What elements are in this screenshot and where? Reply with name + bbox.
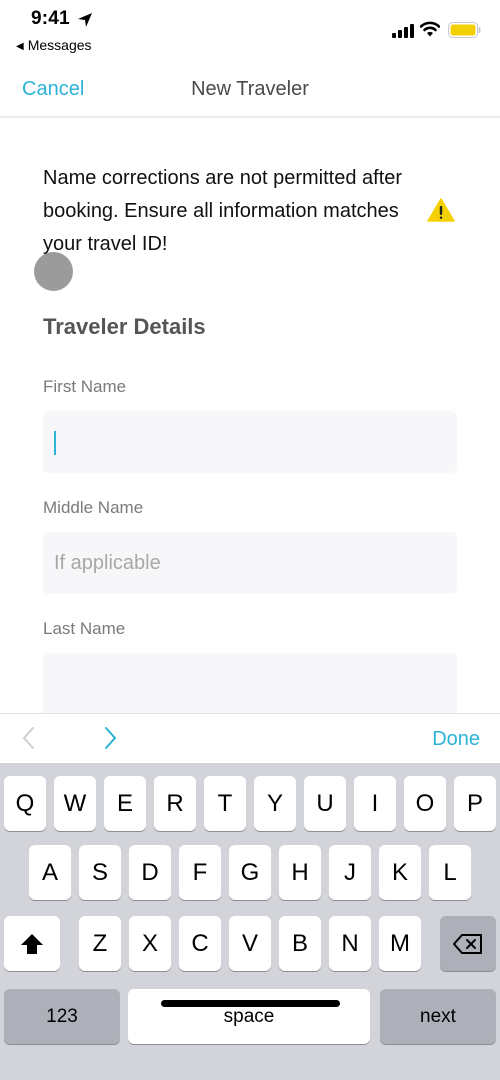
status-bar: 9:41 ◀ Messages <box>0 0 500 60</box>
key-a[interactable]: A <box>29 845 71 900</box>
nav-bar: New Traveler Cancel <box>0 60 500 118</box>
key-u[interactable]: U <box>304 776 346 831</box>
cancel-button[interactable]: Cancel <box>22 78 84 101</box>
status-time: 9:41 <box>31 8 70 29</box>
touch-indicator <box>34 252 73 291</box>
done-button[interactable]: Done <box>432 728 480 751</box>
key-e[interactable]: E <box>104 776 146 831</box>
cellular-signal-icon <box>392 24 414 38</box>
key-k[interactable]: K <box>379 845 421 900</box>
text-cursor <box>54 431 56 455</box>
backspace-icon <box>453 933 482 954</box>
key-p[interactable]: P <box>454 776 496 831</box>
numbers-key[interactable]: 123 <box>4 989 120 1044</box>
key-d[interactable]: D <box>129 845 171 900</box>
key-s[interactable]: S <box>79 845 121 900</box>
chevron-left-icon[interactable] <box>18 724 40 752</box>
first-name-label: First Name <box>43 377 127 396</box>
key-m[interactable]: M <box>379 916 421 971</box>
home-indicator[interactable] <box>161 1000 340 1007</box>
battery-icon <box>448 22 481 38</box>
key-o[interactable]: O <box>404 776 446 831</box>
key-j[interactable]: J <box>329 845 371 900</box>
next-key[interactable]: next <box>380 989 496 1044</box>
back-app-label: Messages <box>27 37 92 53</box>
space-key[interactable]: space <box>128 989 370 1044</box>
key-y[interactable]: Y <box>254 776 296 831</box>
keyboard-accessory-bar: Done <box>0 713 500 763</box>
key-h[interactable]: H <box>279 845 321 900</box>
key-t[interactable]: T <box>204 776 246 831</box>
key-b[interactable]: B <box>279 916 321 971</box>
back-triangle-icon: ◀ <box>16 41 24 52</box>
form-content[interactable]: Name corrections are not permitted after… <box>0 120 500 713</box>
back-to-app-link[interactable]: ◀ Messages <box>16 37 92 53</box>
middle-name-label: Middle Name <box>43 498 144 517</box>
wifi-icon <box>420 21 440 37</box>
key-q[interactable]: Q <box>4 776 46 831</box>
middle-name-input[interactable] <box>43 532 457 594</box>
first-name-input[interactable] <box>43 411 457 473</box>
shift-icon <box>21 933 43 954</box>
section-title-traveler-details: Traveler Details <box>43 314 206 339</box>
key-g[interactable]: G <box>229 845 271 900</box>
location-arrow-icon <box>78 13 92 27</box>
key-x[interactable]: X <box>129 916 171 971</box>
key-w[interactable]: W <box>54 776 96 831</box>
key-l[interactable]: L <box>429 845 471 900</box>
name-correction-notice: Name corrections are not permitted after… <box>43 167 403 255</box>
chevron-right-icon[interactable] <box>100 724 122 752</box>
key-i[interactable]: I <box>354 776 396 831</box>
key-r[interactable]: R <box>154 776 196 831</box>
key-n[interactable]: N <box>329 916 371 971</box>
key-z[interactable]: Z <box>79 916 121 971</box>
shift-key[interactable] <box>4 916 60 971</box>
key-c[interactable]: C <box>179 916 221 971</box>
key-v[interactable]: V <box>229 916 271 971</box>
last-name-input[interactable] <box>43 653 457 713</box>
backspace-key[interactable] <box>440 916 496 971</box>
warning-icon <box>427 198 455 222</box>
last-name-label: Last Name <box>43 619 126 638</box>
key-f[interactable]: F <box>179 845 221 900</box>
